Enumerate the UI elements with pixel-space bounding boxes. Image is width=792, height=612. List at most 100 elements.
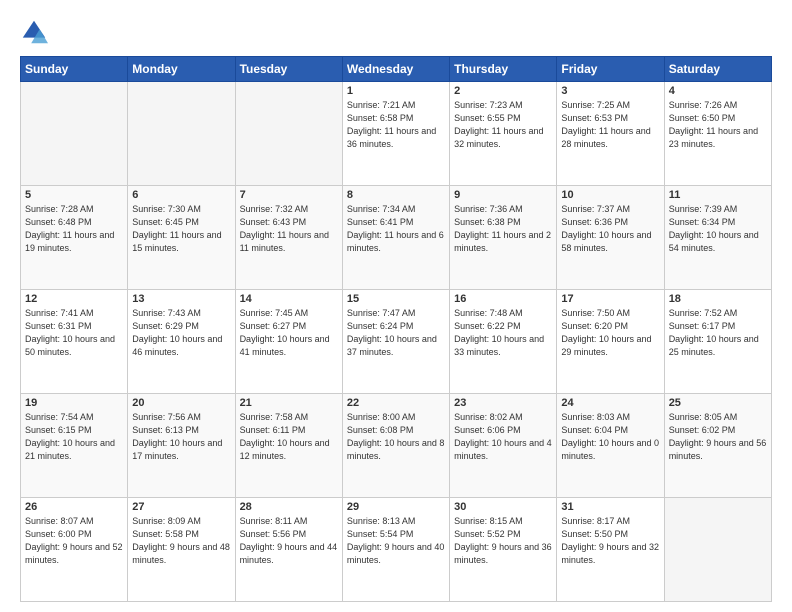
calendar-week-row: 12 Sunrise: 7:41 AMSunset: 6:31 PMDayligh…	[21, 290, 772, 394]
day-info: Sunrise: 7:37 AMSunset: 6:36 PMDaylight:…	[561, 203, 659, 255]
day-info: Sunrise: 7:47 AMSunset: 6:24 PMDaylight:…	[347, 307, 445, 359]
day-number: 18	[669, 293, 767, 305]
calendar-cell: 25Sunrise: 8:05 AMSunset: 6:02 PMDayligh…	[664, 394, 771, 498]
day-info: Sunrise: 7:52 AMSunset: 6:17 PMDaylight:…	[669, 307, 767, 359]
day-info: Sunrise: 7:56 AMSunset: 6:13 PMDaylight:…	[132, 411, 230, 463]
calendar-cell	[664, 498, 771, 602]
logo	[20, 18, 52, 46]
calendar-cell: 12 Sunrise: 7:41 AMSunset: 6:31 PMDayligh…	[21, 290, 128, 394]
day-info: Sunrise: 7:58 AMSunset: 6:11 PMDaylight:…	[240, 411, 338, 463]
day-info: Sunrise: 7:26 AMSunset: 6:50 PMDaylight:…	[669, 99, 767, 151]
day-info: Sunrise: 7:48 AMSunset: 6:22 PMDaylight:…	[454, 307, 552, 359]
calendar-week-row: 19Sunrise: 7:54 AMSunset: 6:15 PMDayligh…	[21, 394, 772, 498]
day-info: Sunrise: 7:21 AMSunset: 6:58 PMDaylight:…	[347, 99, 445, 151]
day-number: 22	[347, 397, 445, 409]
calendar-cell: 15 Sunrise: 7:47 AMSunset: 6:24 PMDayligh…	[342, 290, 449, 394]
calendar-cell: 11 Sunrise: 7:39 AMSunset: 6:34 PMDayligh…	[664, 186, 771, 290]
day-number: 7	[240, 189, 338, 201]
calendar-week-row: 5 Sunrise: 7:28 AMSunset: 6:48 PMDaylight…	[21, 186, 772, 290]
day-info: Sunrise: 7:43 AMSunset: 6:29 PMDaylight:…	[132, 307, 230, 359]
calendar-cell: 10Sunrise: 7:37 AMSunset: 6:36 PMDayligh…	[557, 186, 664, 290]
day-number: 16	[454, 293, 552, 305]
calendar-cell	[128, 82, 235, 186]
day-number: 28	[240, 501, 338, 513]
calendar-cell	[235, 82, 342, 186]
calendar-cell: 14 Sunrise: 7:45 AMSunset: 6:27 PMDayligh…	[235, 290, 342, 394]
calendar-week-row: 1 Sunrise: 7:21 AMSunset: 6:58 PMDaylight…	[21, 82, 772, 186]
logo-icon	[20, 18, 48, 46]
day-info: Sunrise: 7:54 AMSunset: 6:15 PMDaylight:…	[25, 411, 123, 463]
calendar-cell: 23Sunrise: 8:02 AMSunset: 6:06 PMDayligh…	[450, 394, 557, 498]
calendar-cell: 24 Sunrise: 8:03 AMSunset: 6:04 PMDayligh…	[557, 394, 664, 498]
day-number: 29	[347, 501, 445, 513]
day-info: Sunrise: 8:11 AMSunset: 5:56 PMDaylight:…	[240, 515, 338, 567]
calendar-cell: 7 Sunrise: 7:32 AMSunset: 6:43 PMDaylight…	[235, 186, 342, 290]
day-info: Sunrise: 7:36 AMSunset: 6:38 PMDaylight:…	[454, 203, 552, 255]
day-info: Sunrise: 7:41 AMSunset: 6:31 PMDaylight:…	[25, 307, 123, 359]
calendar-header-row: SundayMondayTuesdayWednesdayThursdayFrid…	[21, 57, 772, 82]
day-info: Sunrise: 7:32 AMSunset: 6:43 PMDaylight:…	[240, 203, 338, 255]
day-number: 31	[561, 501, 659, 513]
calendar-cell: 19Sunrise: 7:54 AMSunset: 6:15 PMDayligh…	[21, 394, 128, 498]
day-info: Sunrise: 8:17 AMSunset: 5:50 PMDaylight:…	[561, 515, 659, 567]
calendar-cell: 27Sunrise: 8:09 AMSunset: 5:58 PMDayligh…	[128, 498, 235, 602]
calendar-header-monday: Monday	[128, 57, 235, 82]
day-info: Sunrise: 8:03 AMSunset: 6:04 PMDaylight:…	[561, 411, 659, 463]
calendar-cell: 8 Sunrise: 7:34 AMSunset: 6:41 PMDaylight…	[342, 186, 449, 290]
day-info: Sunrise: 8:00 AMSunset: 6:08 PMDaylight:…	[347, 411, 445, 463]
day-info: Sunrise: 8:15 AMSunset: 5:52 PMDaylight:…	[454, 515, 552, 567]
day-info: Sunrise: 7:28 AMSunset: 6:48 PMDaylight:…	[25, 203, 123, 255]
day-number: 15	[347, 293, 445, 305]
day-info: Sunrise: 7:45 AMSunset: 6:27 PMDaylight:…	[240, 307, 338, 359]
calendar-cell: 6 Sunrise: 7:30 AMSunset: 6:45 PMDaylight…	[128, 186, 235, 290]
calendar-cell: 5 Sunrise: 7:28 AMSunset: 6:48 PMDaylight…	[21, 186, 128, 290]
calendar-cell: 31 Sunrise: 8:17 AMSunset: 5:50 PMDayligh…	[557, 498, 664, 602]
day-info: Sunrise: 7:39 AMSunset: 6:34 PMDaylight:…	[669, 203, 767, 255]
day-number: 14	[240, 293, 338, 305]
calendar-cell: 16 Sunrise: 7:48 AMSunset: 6:22 PMDayligh…	[450, 290, 557, 394]
page: SundayMondayTuesdayWednesdayThursdayFrid…	[0, 0, 792, 612]
calendar-header-wednesday: Wednesday	[342, 57, 449, 82]
calendar-week-row: 26Sunrise: 8:07 AMSunset: 6:00 PMDayligh…	[21, 498, 772, 602]
calendar-cell: 9 Sunrise: 7:36 AMSunset: 6:38 PMDaylight…	[450, 186, 557, 290]
day-number: 12	[25, 293, 123, 305]
calendar-cell: 17 Sunrise: 7:50 AMSunset: 6:20 PMDayligh…	[557, 290, 664, 394]
calendar-cell: 29Sunrise: 8:13 AMSunset: 5:54 PMDayligh…	[342, 498, 449, 602]
day-number: 3	[561, 85, 659, 97]
calendar-cell	[21, 82, 128, 186]
day-number: 30	[454, 501, 552, 513]
day-info: Sunrise: 8:09 AMSunset: 5:58 PMDaylight:…	[132, 515, 230, 567]
day-number: 17	[561, 293, 659, 305]
calendar-cell: 22 Sunrise: 8:00 AMSunset: 6:08 PMDayligh…	[342, 394, 449, 498]
day-info: Sunrise: 7:30 AMSunset: 6:45 PMDaylight:…	[132, 203, 230, 255]
day-number: 26	[25, 501, 123, 513]
day-number: 13	[132, 293, 230, 305]
day-number: 9	[454, 189, 552, 201]
day-number: 4	[669, 85, 767, 97]
calendar-cell: 30 Sunrise: 8:15 AMSunset: 5:52 PMDayligh…	[450, 498, 557, 602]
day-number: 24	[561, 397, 659, 409]
calendar-cell: 18 Sunrise: 7:52 AMSunset: 6:17 PMDayligh…	[664, 290, 771, 394]
day-info: Sunrise: 8:02 AMSunset: 6:06 PMDaylight:…	[454, 411, 552, 463]
calendar-cell: 4 Sunrise: 7:26 AMSunset: 6:50 PMDaylight…	[664, 82, 771, 186]
calendar: SundayMondayTuesdayWednesdayThursdayFrid…	[20, 56, 772, 602]
day-info: Sunrise: 7:23 AMSunset: 6:55 PMDaylight:…	[454, 99, 552, 151]
calendar-header-tuesday: Tuesday	[235, 57, 342, 82]
day-number: 5	[25, 189, 123, 201]
calendar-header-thursday: Thursday	[450, 57, 557, 82]
day-number: 11	[669, 189, 767, 201]
day-number: 25	[669, 397, 767, 409]
calendar-cell: 28 Sunrise: 8:11 AMSunset: 5:56 PMDayligh…	[235, 498, 342, 602]
calendar-cell: 20Sunrise: 7:56 AMSunset: 6:13 PMDayligh…	[128, 394, 235, 498]
calendar-cell: 26Sunrise: 8:07 AMSunset: 6:00 PMDayligh…	[21, 498, 128, 602]
calendar-cell: 13 Sunrise: 7:43 AMSunset: 6:29 PMDayligh…	[128, 290, 235, 394]
day-number: 6	[132, 189, 230, 201]
day-info: Sunrise: 7:34 AMSunset: 6:41 PMDaylight:…	[347, 203, 445, 255]
calendar-cell: 21Sunrise: 7:58 AMSunset: 6:11 PMDayligh…	[235, 394, 342, 498]
header	[20, 18, 772, 46]
day-number: 1	[347, 85, 445, 97]
day-number: 8	[347, 189, 445, 201]
calendar-header-friday: Friday	[557, 57, 664, 82]
day-info: Sunrise: 7:50 AMSunset: 6:20 PMDaylight:…	[561, 307, 659, 359]
day-number: 2	[454, 85, 552, 97]
